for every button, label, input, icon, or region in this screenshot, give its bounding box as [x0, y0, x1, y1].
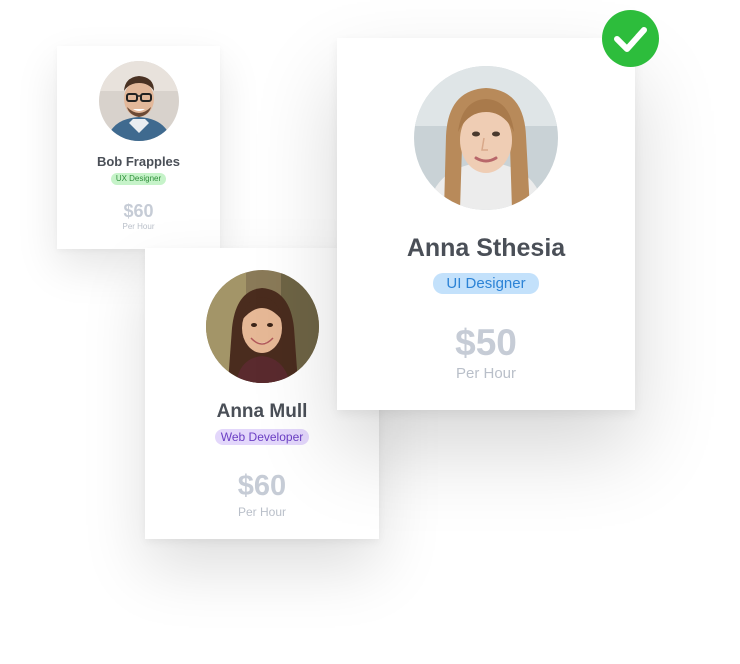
- role-badge: UI Designer: [433, 273, 539, 294]
- role-badge: Web Developer: [214, 429, 310, 445]
- role-badge: UX Designer: [110, 173, 167, 185]
- profile-name: Bob Frapples: [96, 154, 181, 169]
- profile-card-bob-frapples[interactable]: Bob Frapples UX Designer $60 Per Hour: [57, 46, 220, 249]
- hourly-rate: $50: [455, 322, 517, 363]
- profile-card-anna-sthesia[interactable]: Anna Sthesia UI Designer $50 Per Hour: [337, 38, 635, 410]
- checkmark-circle-icon: [602, 10, 659, 67]
- rate-unit: Per Hour: [122, 222, 155, 231]
- avatar: [205, 270, 319, 383]
- rate-unit: Per Hour: [237, 505, 287, 519]
- profile-name: Anna Sthesia: [406, 234, 566, 262]
- hourly-rate: $60: [237, 470, 287, 502]
- rate-unit: Per Hour: [455, 365, 517, 382]
- profile-name: Anna Mull: [216, 401, 308, 422]
- avatar: [98, 61, 179, 141]
- avatar: [414, 66, 558, 210]
- hourly-rate: $60: [123, 201, 154, 221]
